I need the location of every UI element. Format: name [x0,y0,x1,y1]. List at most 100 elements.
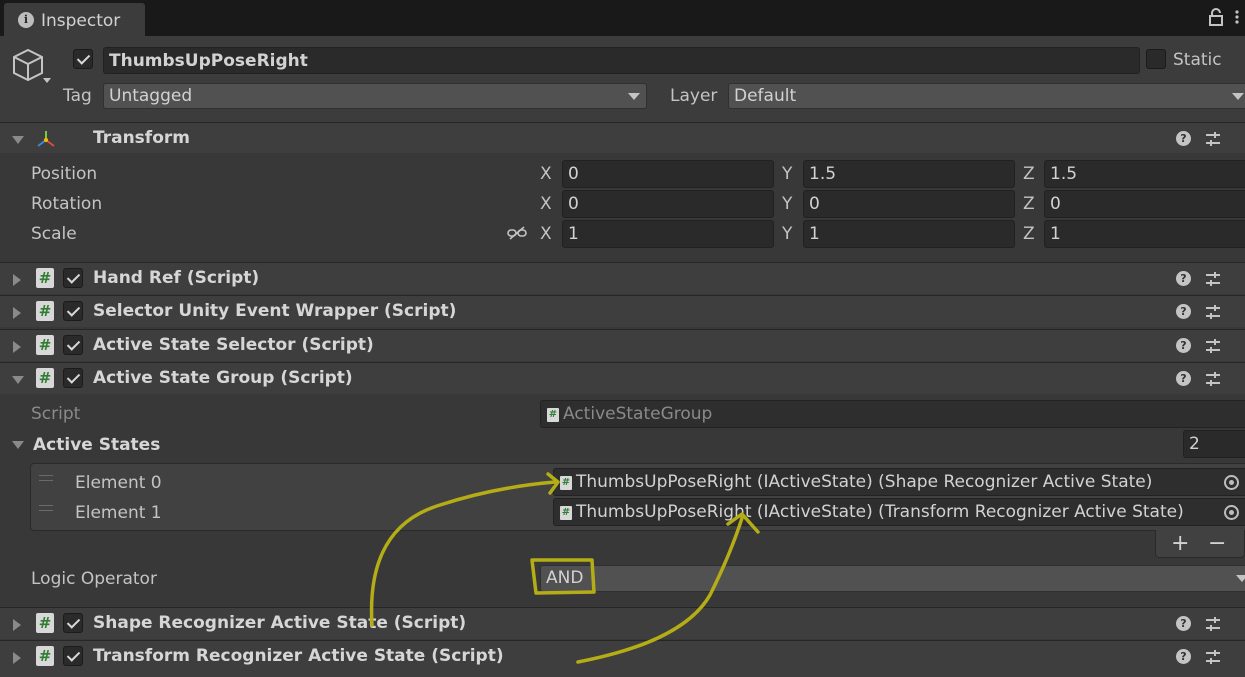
layer-dropdown[interactable]: Default [728,83,1245,109]
component-enabled-checkbox[interactable] [63,301,83,321]
rotation-y-field[interactable]: 0 [803,190,1015,218]
active-state-group-header[interactable]: # Active State Group (Script) ? [0,362,1245,394]
scale-label: Scale [31,224,77,244]
foldout-arrow-icon[interactable] [13,652,21,664]
script-hash-icon: # [547,408,559,422]
position-x-field[interactable]: 0 [562,160,774,188]
remove-element-button[interactable]: − [1208,531,1226,556]
foldout-arrow-icon[interactable] [13,307,21,319]
active-state-selector-title: Active State Selector (Script) [93,335,374,355]
preset-sliders-icon[interactable] [1205,338,1221,354]
position-z-field[interactable]: 1.5 [1044,160,1245,188]
static-checkbox[interactable] [1146,49,1166,69]
help-icon[interactable]: ? [1176,616,1191,631]
component-enabled-checkbox[interactable] [63,335,83,355]
scale-x-field[interactable]: 1 [562,220,774,248]
foldout-arrow-icon[interactable] [13,619,21,631]
element-0-field[interactable]: # ThumbsUpPoseRight (IActiveState) (Shap… [553,468,1245,496]
position-y-axis: Y [782,164,793,184]
active-states-list: Element 0 # ThumbsUpPoseRight (IActiveSt… [30,463,1245,531]
tag-dropdown[interactable]: Untagged [103,83,647,109]
object-name-field[interactable]: ThumbsUpPoseRight [103,47,1140,74]
component-enabled-checkbox[interactable] [63,613,83,633]
active-state-group-body: Script # ActiveStateGroup Active States … [0,395,1245,607]
active-states-size-field[interactable]: 2 [1183,430,1245,458]
script-hash-icon: # [36,646,54,666]
help-icon[interactable]: ? [1176,649,1191,664]
hand-ref-title: Hand Ref (Script) [93,268,260,288]
shape-recognizer-title: Shape Recognizer Active State (Script) [93,613,467,633]
cube-icon [13,48,51,83]
rotation-z-axis: Z [1023,194,1035,214]
hand-ref-header[interactable]: # Hand Ref (Script) ? [0,262,1245,294]
selector-wrapper-header[interactable]: # Selector Unity Event Wrapper (Script) … [0,295,1245,327]
active-state-group-title: Active State Group (Script) [93,368,353,388]
preset-sliders-icon[interactable] [1205,131,1221,147]
layer-label: Layer [670,86,718,106]
layer-value: Default [734,86,797,106]
foldout-arrow-icon[interactable] [13,274,21,286]
drag-handle-icon[interactable] [39,475,53,481]
drag-handle-icon[interactable] [39,505,53,511]
element-1-label: Element 1 [75,503,162,523]
script-hash-icon: # [36,268,54,288]
info-icon: i [18,12,34,28]
object-picker-icon[interactable] [1224,475,1239,490]
rotation-x-field[interactable]: 0 [562,190,774,218]
preset-sliders-icon[interactable] [1205,271,1221,287]
position-y-field[interactable]: 1.5 [803,160,1015,188]
help-icon[interactable]: ? [1176,271,1191,286]
help-icon[interactable]: ? [1176,338,1191,353]
object-picker-icon[interactable] [1224,505,1239,520]
selector-wrapper-title: Selector Unity Event Wrapper (Script) [93,301,457,321]
lock-icon[interactable] [1208,8,1224,26]
chevron-down-icon [628,93,640,100]
component-enabled-checkbox[interactable] [63,368,83,388]
active-state-selector-header[interactable]: # Active State Selector (Script) ? [0,329,1245,361]
foldout-arrow-icon[interactable] [13,341,21,353]
foldout-arrow-icon[interactable] [12,136,24,144]
foldout-arrow-icon[interactable] [12,376,24,384]
transform-title: Transform [93,128,190,148]
script-reference-field: # ActiveStateGroup [540,400,1245,428]
preset-sliders-icon[interactable] [1205,371,1221,387]
help-icon[interactable]: ? [1176,304,1191,319]
preset-sliders-icon[interactable] [1205,649,1221,665]
scale-z-field[interactable]: 1 [1044,220,1245,248]
kebab-menu-icon[interactable] [1232,8,1242,26]
position-x-axis: X [540,164,552,184]
rotation-y-axis: Y [782,194,793,214]
component-enabled-checkbox[interactable] [63,268,83,288]
script-hash-icon: # [36,368,54,388]
script-hash-icon: # [560,476,572,490]
add-element-button[interactable]: + [1171,531,1189,556]
help-icon[interactable]: ? [1176,371,1191,386]
rotation-z-field[interactable]: 0 [1044,190,1245,218]
gameobject-header: ThumbsUpPoseRight Static Tag Untagged La… [0,36,1245,122]
element-1-field[interactable]: # ThumbsUpPoseRight (IActiveState) (Tran… [553,498,1245,526]
script-hash-icon: # [36,335,54,355]
element-0-value: ThumbsUpPoseRight (IActiveState) (Shape … [576,472,1153,492]
tag-label: Tag [63,86,92,106]
constrain-proportions-icon[interactable] [507,225,527,241]
help-icon[interactable]: ? [1176,131,1191,146]
preset-sliders-icon[interactable] [1205,304,1221,320]
chevron-down-icon [1236,575,1245,582]
transform-recognizer-title: Transform Recognizer Active State (Scrip… [93,646,504,666]
tag-value: Untagged [109,86,193,106]
inspector-tab[interactable]: i Inspector [4,3,145,36]
shape-recognizer-header[interactable]: # Shape Recognizer Active State (Script)… [0,607,1245,639]
transform-header[interactable]: Transform ? [0,122,1245,153]
scale-y-field[interactable]: 1 [803,220,1015,248]
component-enabled-checkbox[interactable] [63,646,83,666]
transform-recognizer-header[interactable]: # Transform Recognizer Active State (Scr… [0,640,1245,677]
active-checkbox[interactable] [73,49,93,69]
logic-operator-dropdown[interactable]: AND [540,565,1245,592]
scale-y-axis: Y [782,224,793,244]
script-hash-icon: # [36,301,54,321]
logic-operator-value: AND [546,568,584,588]
scale-z-axis: Z [1023,224,1035,244]
foldout-arrow-icon[interactable] [12,441,24,449]
preset-sliders-icon[interactable] [1205,616,1221,632]
script-label: Script [31,404,81,424]
